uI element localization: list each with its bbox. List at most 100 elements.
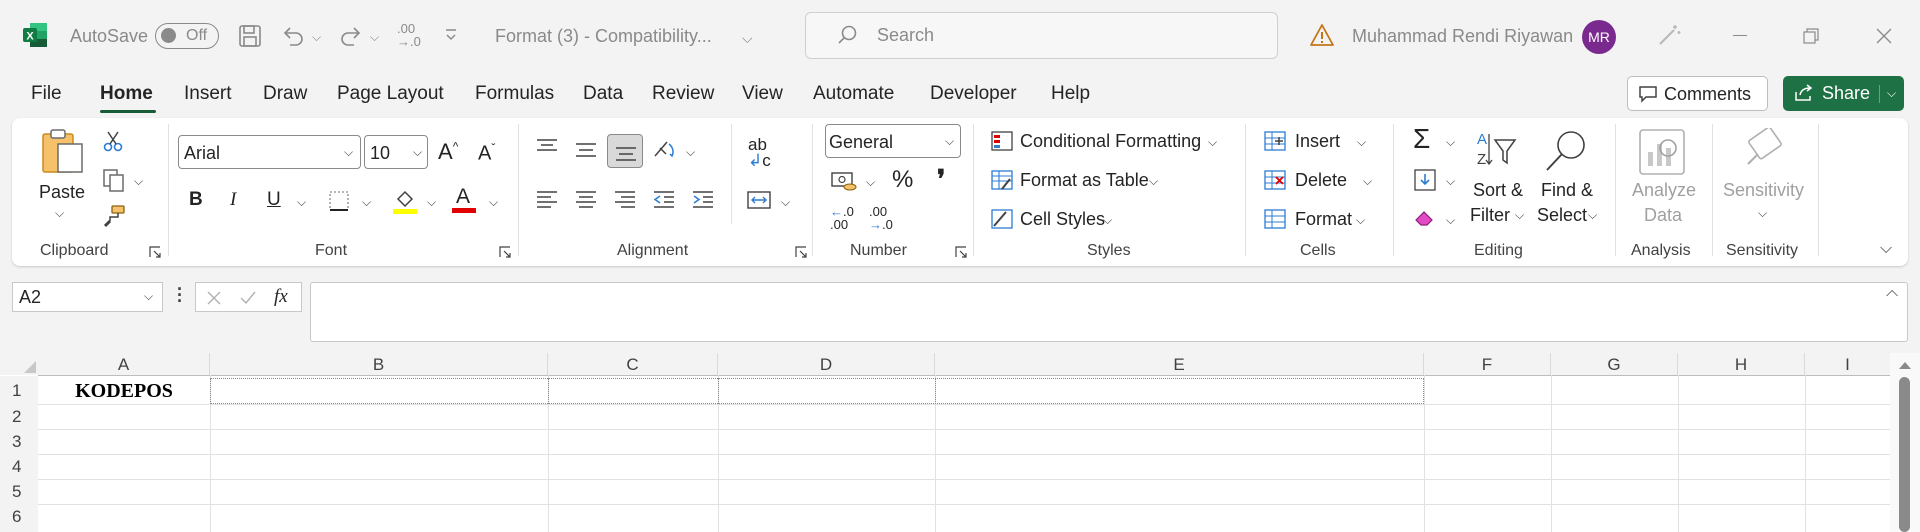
avatar[interactable]: MR [1582,20,1616,54]
save-icon[interactable] [238,24,262,48]
conditional-formatting-icon[interactable] [990,130,1014,152]
accounting-dropdown-icon[interactable]: ⌵ [866,175,875,190]
find-select-label[interactable]: Find & [1541,180,1593,201]
insert-function-button[interactable]: fx [274,286,288,308]
format-as-table-icon[interactable] [990,169,1014,191]
customize-toolbar-icon[interactable] [444,28,458,42]
ribbon-collapse-icon[interactable]: ⌵ [1880,240,1892,258]
row-header-3[interactable]: 3 [0,429,38,454]
insert-dropdown-icon[interactable]: ⌵ [1357,135,1366,150]
decimal-quick-icon[interactable]: .00 →.0 [397,22,421,48]
tab-page-layout[interactable]: Page Layout [337,83,444,105]
cell-a1[interactable]: KODEPOS [38,376,210,404]
column-header-c[interactable]: C [548,353,718,375]
font-dialog-launcher-icon[interactable] [499,246,511,258]
comma-style-button[interactable]: ❜ [937,164,945,195]
fill-color-icon[interactable] [392,187,418,215]
format-table-dropdown-icon[interactable]: ⌵ [1149,174,1158,189]
sort-filter-label[interactable]: Sort & [1473,180,1523,201]
tab-file[interactable]: File [31,83,62,105]
more-options-icon[interactable]: · · · [177,280,183,310]
format-painter-icon[interactable] [102,204,126,228]
increase-decimal-icon[interactable]: ←.0.00 [830,205,854,231]
tab-home[interactable]: Home [100,83,153,105]
sort-filter-dropdown-icon[interactable]: ⌵ [1515,208,1524,223]
tab-automate[interactable]: Automate [813,83,894,105]
restore-icon[interactable] [1803,28,1819,44]
orientation-dropdown-icon[interactable]: ⌵ [686,145,695,160]
delete-cells-icon[interactable] [1263,169,1287,191]
copy-icon[interactable] [102,168,126,192]
italic-button[interactable]: I [230,189,236,211]
format-dropdown-icon[interactable]: ⌵ [1356,213,1365,228]
cut-icon[interactable] [102,130,124,152]
font-name-select[interactable]: Arial ⌵ [178,135,361,169]
sort-filter-icon[interactable]: AZ [1475,128,1517,172]
tab-insert[interactable]: Insert [184,83,232,105]
delete-cells-label[interactable]: Delete [1295,170,1347,191]
column-header-b[interactable]: B [210,353,548,375]
insert-cells-icon[interactable] [1263,130,1287,152]
tab-data[interactable]: Data [583,83,623,105]
align-right-icon[interactable] [613,190,637,210]
analyze-data-icon[interactable] [1638,128,1686,176]
column-header-d[interactable]: D [718,353,935,375]
cancel-entry-icon[interactable] [206,290,222,306]
scroll-up-icon[interactable] [1898,360,1912,370]
tab-view[interactable]: View [742,83,783,105]
merge-center-icon[interactable] [746,189,772,211]
number-dialog-launcher-icon[interactable] [955,246,967,258]
formula-input[interactable] [310,282,1908,342]
underline-dropdown-icon[interactable]: ⌵ [297,195,306,210]
increase-font-size-icon[interactable]: A^ [438,139,458,165]
cell-styles-dropdown-icon[interactable]: ⌵ [1103,213,1112,228]
format-cells-label[interactable]: Format [1295,209,1352,230]
align-left-icon[interactable] [535,190,559,210]
comments-button[interactable]: Comments [1627,76,1768,111]
middle-align-icon[interactable] [574,140,598,160]
name-box[interactable]: A2 ⌵ [12,282,163,312]
analyze-data-label[interactable]: Analyze [1632,180,1696,201]
redo-dropdown-icon[interactable]: ⌵ [370,30,379,45]
bold-button[interactable]: B [189,189,203,211]
cell-styles-label[interactable]: Cell Styles [1020,209,1105,230]
format-as-table-label[interactable]: Format as Table [1020,170,1149,191]
share-dropdown-icon[interactable]: ⌵ [1887,86,1896,101]
decrease-indent-icon[interactable] [652,190,676,210]
column-header-i[interactable]: I [1805,353,1890,375]
paste-label[interactable]: Paste [39,182,85,203]
align-center-icon[interactable] [574,190,598,210]
confirm-entry-icon[interactable] [239,290,257,306]
copy-dropdown-icon[interactable]: ⌵ [134,174,143,189]
borders-dropdown-icon[interactable]: ⌵ [362,195,371,210]
sort-filter-label-2[interactable]: Filter [1470,205,1510,226]
fill-color-dropdown-icon[interactable]: ⌵ [427,195,436,210]
share-button[interactable]: Share ⌵ [1783,76,1904,111]
orientation-icon[interactable] [652,138,678,162]
merge-dropdown-icon[interactable]: ⌵ [781,195,790,210]
autosum-icon[interactable]: Σ [1413,123,1430,155]
sensitivity-dropdown-icon[interactable]: ⌵ [1758,206,1767,221]
clipboard-dialog-launcher-icon[interactable] [149,246,161,258]
find-select-label-2[interactable]: Select [1537,205,1587,226]
paste-dropdown-icon[interactable]: ⌵ [55,206,64,221]
analyze-data-label-2[interactable]: Data [1644,205,1682,226]
find-select-dropdown-icon[interactable]: ⌵ [1588,208,1597,223]
column-header-f[interactable]: F [1424,353,1551,375]
row-header-2[interactable]: 2 [0,404,38,429]
conditional-dropdown-icon[interactable]: ⌵ [1208,135,1217,150]
borders-icon[interactable] [328,190,350,212]
bottom-align-button[interactable] [607,134,643,168]
column-header-g[interactable]: G [1551,353,1678,375]
wrap-text-icon[interactable]: ab ↲c [748,136,771,169]
delete-dropdown-icon[interactable]: ⌵ [1363,174,1372,189]
font-color-icon[interactable]: A [456,185,470,209]
tab-developer[interactable]: Developer [930,83,1017,105]
warning-icon[interactable] [1310,24,1334,46]
row1-bordered-cells[interactable] [210,378,1424,404]
font-size-select[interactable]: 10 ⌵ [364,135,428,169]
insert-cells-label[interactable]: Insert [1295,131,1340,152]
sensitivity-button[interactable]: Sensitivity [1723,180,1804,201]
tab-draw[interactable]: Draw [263,83,307,105]
clear-dropdown-icon[interactable]: ⌵ [1446,213,1455,228]
